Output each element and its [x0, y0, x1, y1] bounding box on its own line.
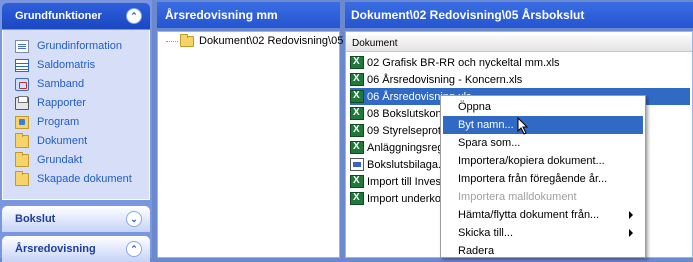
tree-connector	[166, 40, 178, 42]
collapse-chevron-icon[interactable]: ⌃	[126, 241, 142, 257]
nav-item-label: Samband	[37, 78, 85, 90]
printer-icon	[15, 95, 29, 110]
nav-item-label: Grundakt	[37, 154, 83, 166]
mouse-pointer-icon	[517, 117, 529, 135]
form-icon	[350, 158, 364, 171]
list-item[interactable]: 02 Grafisk BR-RR och nyckeltal mm.xls	[350, 54, 690, 71]
menu-item-label: Importera malldokument	[458, 191, 577, 203]
menu-item-label: Hämta/flytta dokument från...	[458, 209, 600, 221]
right-pane-title: Dokument\02 Redovisning\05 Årsbokslut	[345, 2, 693, 28]
nav-item-skapade-dokument[interactable]: Skapade dokument	[15, 170, 132, 187]
grundfunktioner-header[interactable]: Grundfunktioner ⌃	[2, 3, 150, 29]
excel-icon	[350, 175, 364, 188]
program-icon	[15, 115, 29, 129]
nav-item-saldomatris[interactable]: Saldomatris	[15, 57, 95, 73]
file-name: 06 Årsredovisning - Koncern.xls	[367, 73, 523, 86]
excel-icon	[350, 141, 364, 154]
bokslut-title: Bokslut	[15, 213, 56, 225]
excel-icon	[350, 56, 364, 69]
nav-item-label: Skapade dokument	[37, 173, 132, 185]
grid-icon	[15, 58, 29, 72]
menu-item-importera-malldokument: Importera malldokument	[443, 188, 643, 206]
nav-item-label: Dokument	[37, 135, 88, 147]
excel-icon	[350, 124, 364, 137]
submenu-arrow-icon	[629, 229, 633, 237]
left-nav-panel: Grundfunktioner ⌃ Grundinformation Saldo…	[0, 0, 152, 262]
excel-icon	[350, 73, 364, 86]
folder-icon	[15, 170, 29, 186]
nav-item-grundinformation[interactable]: Grundinformation	[15, 38, 122, 54]
menu-item-label: Radera	[458, 245, 495, 257]
expand-chevron-icon[interactable]: ⌄	[126, 211, 142, 227]
collapse-chevron-icon[interactable]: ⌃	[126, 8, 142, 24]
document-icon	[15, 39, 29, 53]
menu-item-importera-kopiera[interactable]: Importera/kopiera dokument...	[443, 152, 643, 170]
column-header-dokument[interactable]: Dokument	[346, 35, 692, 52]
folder-icon	[15, 151, 29, 167]
nav-item-label: Rapporter	[37, 97, 86, 109]
context-menu: Öppna Byt namn... Spara som... Importera…	[440, 95, 646, 258]
submenu-arrow-icon	[629, 211, 633, 219]
column-header-label: Dokument	[352, 37, 398, 49]
menu-item-label: Byt namn...	[458, 119, 514, 131]
arsredovisning-title: Årsredovisning	[15, 243, 96, 255]
grundfunktioner-title: Grundfunktioner	[15, 10, 102, 22]
bokslut-header[interactable]: Bokslut ⌄	[2, 206, 150, 232]
menu-item-label: Importera/kopiera dokument...	[458, 155, 605, 167]
middle-pane-title: Årsredovisning mm	[157, 2, 340, 28]
folder-tree: Dokument\02 Redovisning\05 Årsbokslut	[157, 31, 398, 258]
menu-item-label: Importera från föregående år...	[458, 173, 608, 185]
folder-icon	[180, 33, 194, 47]
nav-item-dokument[interactable]: Dokument	[15, 132, 88, 149]
nav-item-grundakt[interactable]: Grundakt	[15, 151, 83, 168]
nav-item-label: Program	[37, 116, 80, 128]
link-icon	[15, 77, 29, 91]
grundfunktioner-list: Grundinformation Saldomatris Samband Rap…	[2, 30, 150, 200]
nav-item-program[interactable]: Program	[15, 114, 79, 130]
menu-item-skicka-till[interactable]: Skicka till...	[443, 224, 643, 242]
nav-item-label: Saldomatris	[37, 59, 96, 71]
menu-item-oppna[interactable]: Öppna	[443, 98, 643, 116]
folder-icon	[15, 132, 29, 148]
menu-item-spara-som[interactable]: Spara som...	[443, 134, 643, 152]
menu-item-hamta-flytta[interactable]: Hämta/flytta dokument från...	[443, 206, 643, 224]
nav-item-samband[interactable]: Samband	[15, 76, 84, 92]
menu-item-label: Öppna	[458, 101, 492, 113]
file-name: 02 Grafisk BR-RR och nyckeltal mm.xls	[367, 56, 560, 69]
list-item[interactable]: 06 Årsredovisning - Koncern.xls	[350, 71, 690, 88]
excel-icon	[350, 192, 364, 205]
excel-icon	[350, 90, 364, 103]
arsredovisning-header[interactable]: Årsredovisning ⌃	[2, 236, 150, 262]
menu-item-label: Skicka till...	[458, 227, 514, 239]
menu-item-radera[interactable]: Radera	[443, 242, 643, 260]
nav-item-rapporter[interactable]: Rapporter	[15, 95, 86, 111]
menu-item-byt-namn[interactable]: Byt namn...	[443, 116, 643, 134]
excel-icon	[350, 107, 364, 120]
menu-item-importera-foregaende[interactable]: Importera från föregående år...	[443, 170, 643, 188]
menu-item-label: Spara som...	[458, 137, 521, 149]
nav-item-label: Grundinformation	[37, 40, 122, 52]
